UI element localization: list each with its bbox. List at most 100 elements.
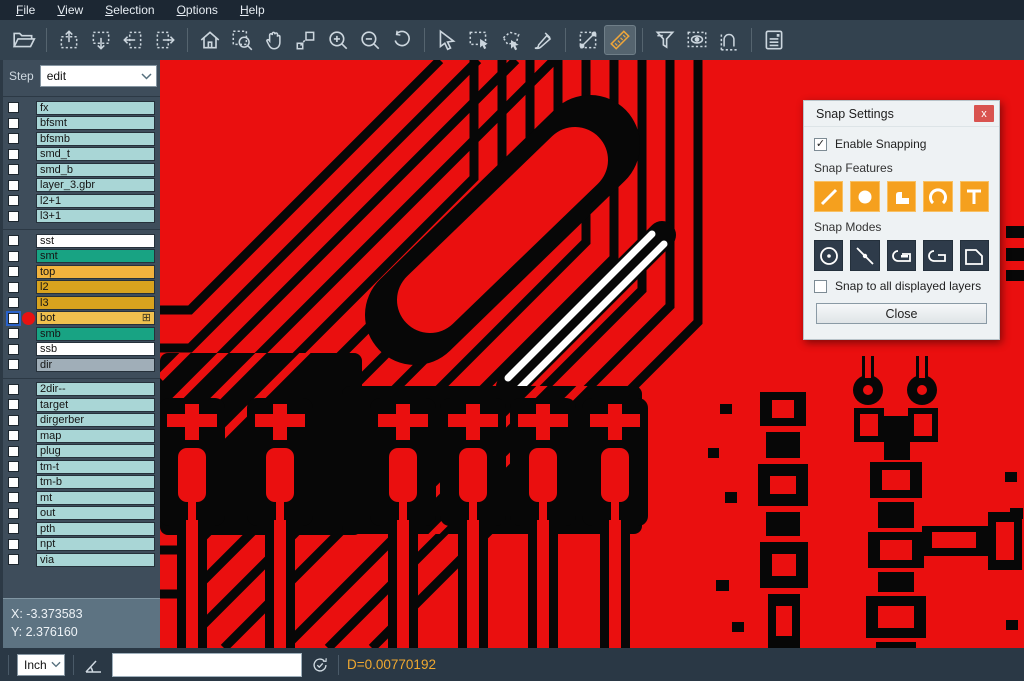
snap-mode-midpoint-button[interactable] [850, 240, 879, 271]
layer-name[interactable]: dir [36, 358, 155, 372]
command-input[interactable] [112, 653, 302, 677]
move-vertex-button[interactable] [290, 25, 322, 55]
layer-row[interactable]: smb [3, 326, 163, 342]
layer-name[interactable]: tm-t [36, 460, 155, 474]
open-file-button[interactable] [8, 25, 40, 55]
layer-visibility-checkbox[interactable] [8, 415, 19, 426]
measure-ruler-button[interactable] [604, 25, 636, 55]
report-button[interactable] [758, 25, 790, 55]
layer-name[interactable]: plug [36, 444, 155, 458]
layer-visibility-checkbox[interactable] [8, 492, 19, 503]
snap-feature-arc-button[interactable] [923, 181, 952, 212]
layer-row[interactable]: l2+1 [3, 193, 163, 209]
layer-visibility-checkbox[interactable] [8, 211, 19, 222]
layer-name[interactable]: npt [36, 537, 155, 551]
layer-visibility-checkbox[interactable] [8, 384, 19, 395]
layer-name[interactable]: via [36, 553, 155, 567]
layer-name[interactable]: l2+1 [36, 194, 155, 208]
layer-visibility-checkbox[interactable] [8, 164, 19, 175]
layer-grid-icon[interactable]: ⊞ [142, 313, 151, 323]
layer-visibility-checkbox[interactable] [8, 344, 19, 355]
snap-feature-text-button[interactable] [960, 181, 989, 212]
layer-name[interactable]: smb [36, 327, 155, 341]
layer-name[interactable]: bfsmb [36, 132, 155, 146]
layer-row[interactable]: bfsmt [3, 116, 163, 132]
layer-visibility-checkbox[interactable] [8, 266, 19, 277]
layer-name[interactable]: l3+1 [36, 209, 155, 223]
layer-visibility-checkbox[interactable] [8, 282, 19, 293]
menu-item-file[interactable]: File [6, 1, 45, 19]
shift-down-button[interactable] [85, 25, 117, 55]
layer-row[interactable]: bot⊞ [3, 311, 163, 327]
layer-name[interactable]: tm-b [36, 475, 155, 489]
layer-row[interactable]: via [3, 552, 163, 568]
snap-dialog-titlebar[interactable]: Snap Settings x [804, 101, 999, 127]
clean-brush-button[interactable] [527, 25, 559, 55]
net-trace-button[interactable] [713, 25, 745, 55]
layer-visibility-checkbox[interactable] [8, 554, 19, 565]
snap-mode-corner-button[interactable] [960, 240, 989, 271]
snap-feature-surface-button[interactable] [887, 181, 916, 212]
layer-row[interactable]: tm-t [3, 459, 163, 475]
layer-visibility-checkbox[interactable] [8, 359, 19, 370]
layer-visibility-checkbox[interactable] [8, 118, 19, 129]
layer-name[interactable]: smd_b [36, 163, 155, 177]
menu-item-options[interactable]: Options [167, 1, 228, 19]
layer-name[interactable]: layer_3.gbr [36, 178, 155, 192]
layer-name[interactable]: 2dir-- [36, 382, 155, 396]
snap-mode-center-button[interactable] [814, 240, 843, 271]
snap-mode-end-button[interactable] [923, 240, 952, 271]
layer-visibility-checkbox[interactable] [8, 446, 19, 457]
layer-visibility-checkbox[interactable] [8, 523, 19, 534]
layer-name[interactable]: fx [36, 101, 155, 115]
layer-visibility-checkbox[interactable] [8, 430, 19, 441]
layer-visibility-checkbox[interactable] [8, 508, 19, 519]
snap-feature-pad-button[interactable] [850, 181, 879, 212]
zoom-window-button[interactable] [226, 25, 258, 55]
dialog-close-button[interactable]: Close [816, 303, 987, 324]
layer-row[interactable]: mt [3, 490, 163, 506]
layer-visibility-checkbox[interactable] [8, 251, 19, 262]
view-window-button[interactable] [681, 25, 713, 55]
layer-row[interactable]: npt [3, 537, 163, 553]
select-poly-button[interactable] [495, 25, 527, 55]
layer-name[interactable]: l2 [36, 280, 155, 294]
sync-check-icon[interactable] [310, 655, 330, 675]
shift-left-button[interactable] [117, 25, 149, 55]
layer-visibility-checkbox[interactable] [8, 180, 19, 191]
layer-name[interactable]: top [36, 265, 155, 279]
select-rect-button[interactable] [463, 25, 495, 55]
enable-snapping-row[interactable]: ✓ Enable Snapping [814, 137, 989, 151]
layer-visibility-checkbox[interactable] [8, 235, 19, 246]
shift-up-button[interactable] [53, 25, 85, 55]
layer-row[interactable]: map [3, 428, 163, 444]
layer-visibility-checkbox[interactable] [8, 133, 19, 144]
layer-name[interactable]: l3 [36, 296, 155, 310]
menu-item-selection[interactable]: Selection [95, 1, 164, 19]
layer-row[interactable]: smt [3, 249, 163, 265]
layer-visibility-checkbox[interactable] [8, 399, 19, 410]
filter-button[interactable] [649, 25, 681, 55]
angle-measure-icon[interactable] [82, 654, 104, 676]
layer-visibility-checkbox[interactable] [8, 102, 19, 113]
layer-row[interactable]: top [3, 264, 163, 280]
layer-name[interactable]: sst [36, 234, 155, 248]
layer-visibility-checkbox[interactable] [8, 149, 19, 160]
layer-name[interactable]: smt [36, 249, 155, 263]
layer-visibility-checkbox[interactable] [8, 539, 19, 550]
layer-row[interactable]: smd_b [3, 162, 163, 178]
layer-name[interactable]: out [36, 506, 155, 520]
layer-row[interactable]: tm-b [3, 475, 163, 491]
layer-visibility-checkbox[interactable] [8, 461, 19, 472]
snap-feature-line-button[interactable] [814, 181, 843, 212]
layer-row[interactable]: bfsmb [3, 131, 163, 147]
dialog-close-icon[interactable]: x [974, 105, 994, 122]
layer-row[interactable]: l2 [3, 280, 163, 296]
layer-row[interactable]: smd_t [3, 147, 163, 163]
layer-name[interactable]: target [36, 398, 155, 412]
layer-name[interactable]: dirgerber [36, 413, 155, 427]
zoom-in-button[interactable] [322, 25, 354, 55]
layer-name[interactable]: bfsmt [36, 116, 155, 130]
menu-item-view[interactable]: View [47, 1, 93, 19]
step-select[interactable]: edit [40, 65, 157, 87]
